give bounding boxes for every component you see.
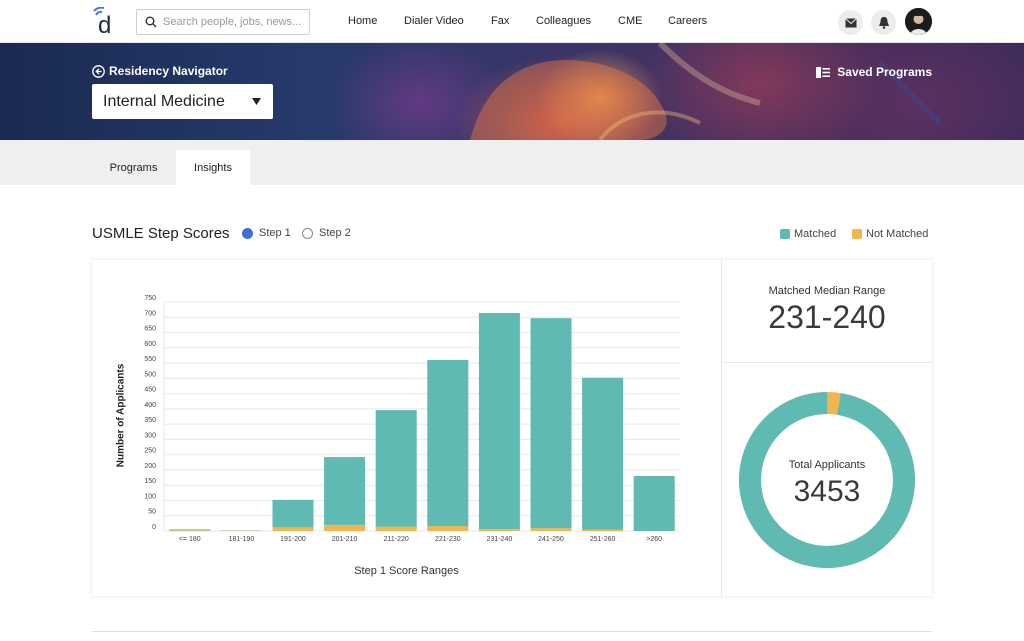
tab-insights[interactable]: Insights (176, 150, 250, 185)
nav-colleagues[interactable]: Colleagues (536, 15, 591, 27)
search-icon (145, 16, 157, 28)
step2-radio[interactable]: Step 2 (302, 227, 351, 239)
section-bottom-divider (92, 631, 932, 632)
legend-swatch-not-matched (852, 229, 862, 239)
notifications-button[interactable] (871, 10, 896, 35)
step2-label: Step 2 (319, 227, 351, 239)
user-avatar[interactable] (905, 8, 932, 35)
back-arrow-icon (92, 64, 105, 78)
top-navigation: d Home Dialer Video Fax Colleagues CME C… (0, 0, 1024, 43)
nav-careers[interactable]: Careers (668, 15, 707, 27)
nav-dialer-video[interactable]: Dialer Video (404, 15, 464, 27)
card-horizontal-divider (722, 362, 932, 363)
caret-down-icon (252, 98, 261, 105)
median-range-label: Matched Median Range (768, 285, 886, 297)
hero-banner: Residency Navigator Internal Medicine Sa… (0, 43, 1024, 140)
messages-button[interactable] (838, 10, 863, 35)
legend-swatch-matched (780, 229, 790, 239)
residency-navigator-back-link[interactable]: Residency Navigator (92, 64, 228, 78)
step1-label: Step 1 (259, 227, 291, 239)
saved-programs-label: Saved Programs (837, 65, 932, 79)
chart-y-axis-title: Number of Applicants (115, 363, 127, 468)
tab-bar: Programs Insights (0, 140, 1024, 185)
svg-text:d: d (98, 12, 111, 35)
section-title: USMLE Step Scores (92, 225, 230, 242)
step1-radio[interactable]: Step 1 (242, 227, 291, 239)
search-input[interactable] (163, 16, 303, 28)
residency-navigator-label: Residency Navigator (109, 64, 228, 78)
legend-not-matched: Not Matched (852, 228, 928, 240)
saved-programs-link[interactable]: Saved Programs (816, 65, 932, 79)
doximity-logo[interactable]: d (92, 7, 118, 35)
specialty-select[interactable]: Internal Medicine (92, 84, 273, 119)
search-box[interactable] (136, 9, 310, 35)
chart-x-axis-title: Step 1 Score Ranges (354, 565, 459, 577)
legend-label-not-matched: Not Matched (866, 228, 929, 240)
total-applicants-label: Total Applicants (788, 459, 866, 471)
nav-home[interactable]: Home (348, 15, 377, 27)
nav-fax[interactable]: Fax (491, 15, 509, 27)
radio-unselected-icon (302, 227, 313, 239)
tab-programs[interactable]: Programs (92, 150, 175, 185)
saved-list-icon (816, 66, 831, 78)
mail-icon (844, 17, 857, 27)
legend-matched: Matched (780, 228, 836, 240)
total-applicants-value: 3453 (793, 475, 861, 508)
legend-label-matched: Matched (794, 228, 837, 240)
median-range-value: 231-240 (768, 299, 886, 335)
specialty-value: Internal Medicine (103, 92, 225, 110)
avatar-image (905, 8, 932, 35)
bell-icon (878, 17, 889, 29)
radio-selected-icon (242, 227, 253, 239)
nav-cme[interactable]: CME (618, 15, 642, 27)
